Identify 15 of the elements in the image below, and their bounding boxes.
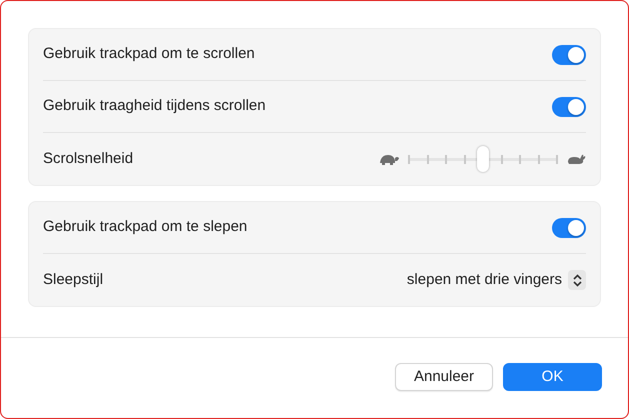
setting-label: Gebruik trackpad om te scrollen: [43, 44, 255, 64]
slider-thumb[interactable]: [477, 146, 489, 172]
toggle-switch[interactable]: [552, 96, 586, 116]
setting-label: Sleepstijl: [43, 270, 104, 290]
toggle-switch[interactable]: [552, 44, 586, 64]
setting-label: Gebruik trackpad om te slepen: [43, 217, 248, 238]
popup-button[interactable]: slepen met drie vingers: [406, 268, 586, 292]
setting-label: Scrolsnelheid: [43, 148, 134, 169]
cancel-button[interactable]: Annuleer: [395, 363, 493, 391]
rabbit-icon: [566, 153, 586, 165]
stepper-icon: [572, 274, 582, 286]
setting-label: Gebruik traagheid tijdens scrollen: [43, 96, 266, 116]
toggle-switch[interactable]: [552, 218, 586, 238]
ok-button[interactable]: OK: [503, 363, 602, 391]
turtle-icon: [378, 153, 400, 165]
